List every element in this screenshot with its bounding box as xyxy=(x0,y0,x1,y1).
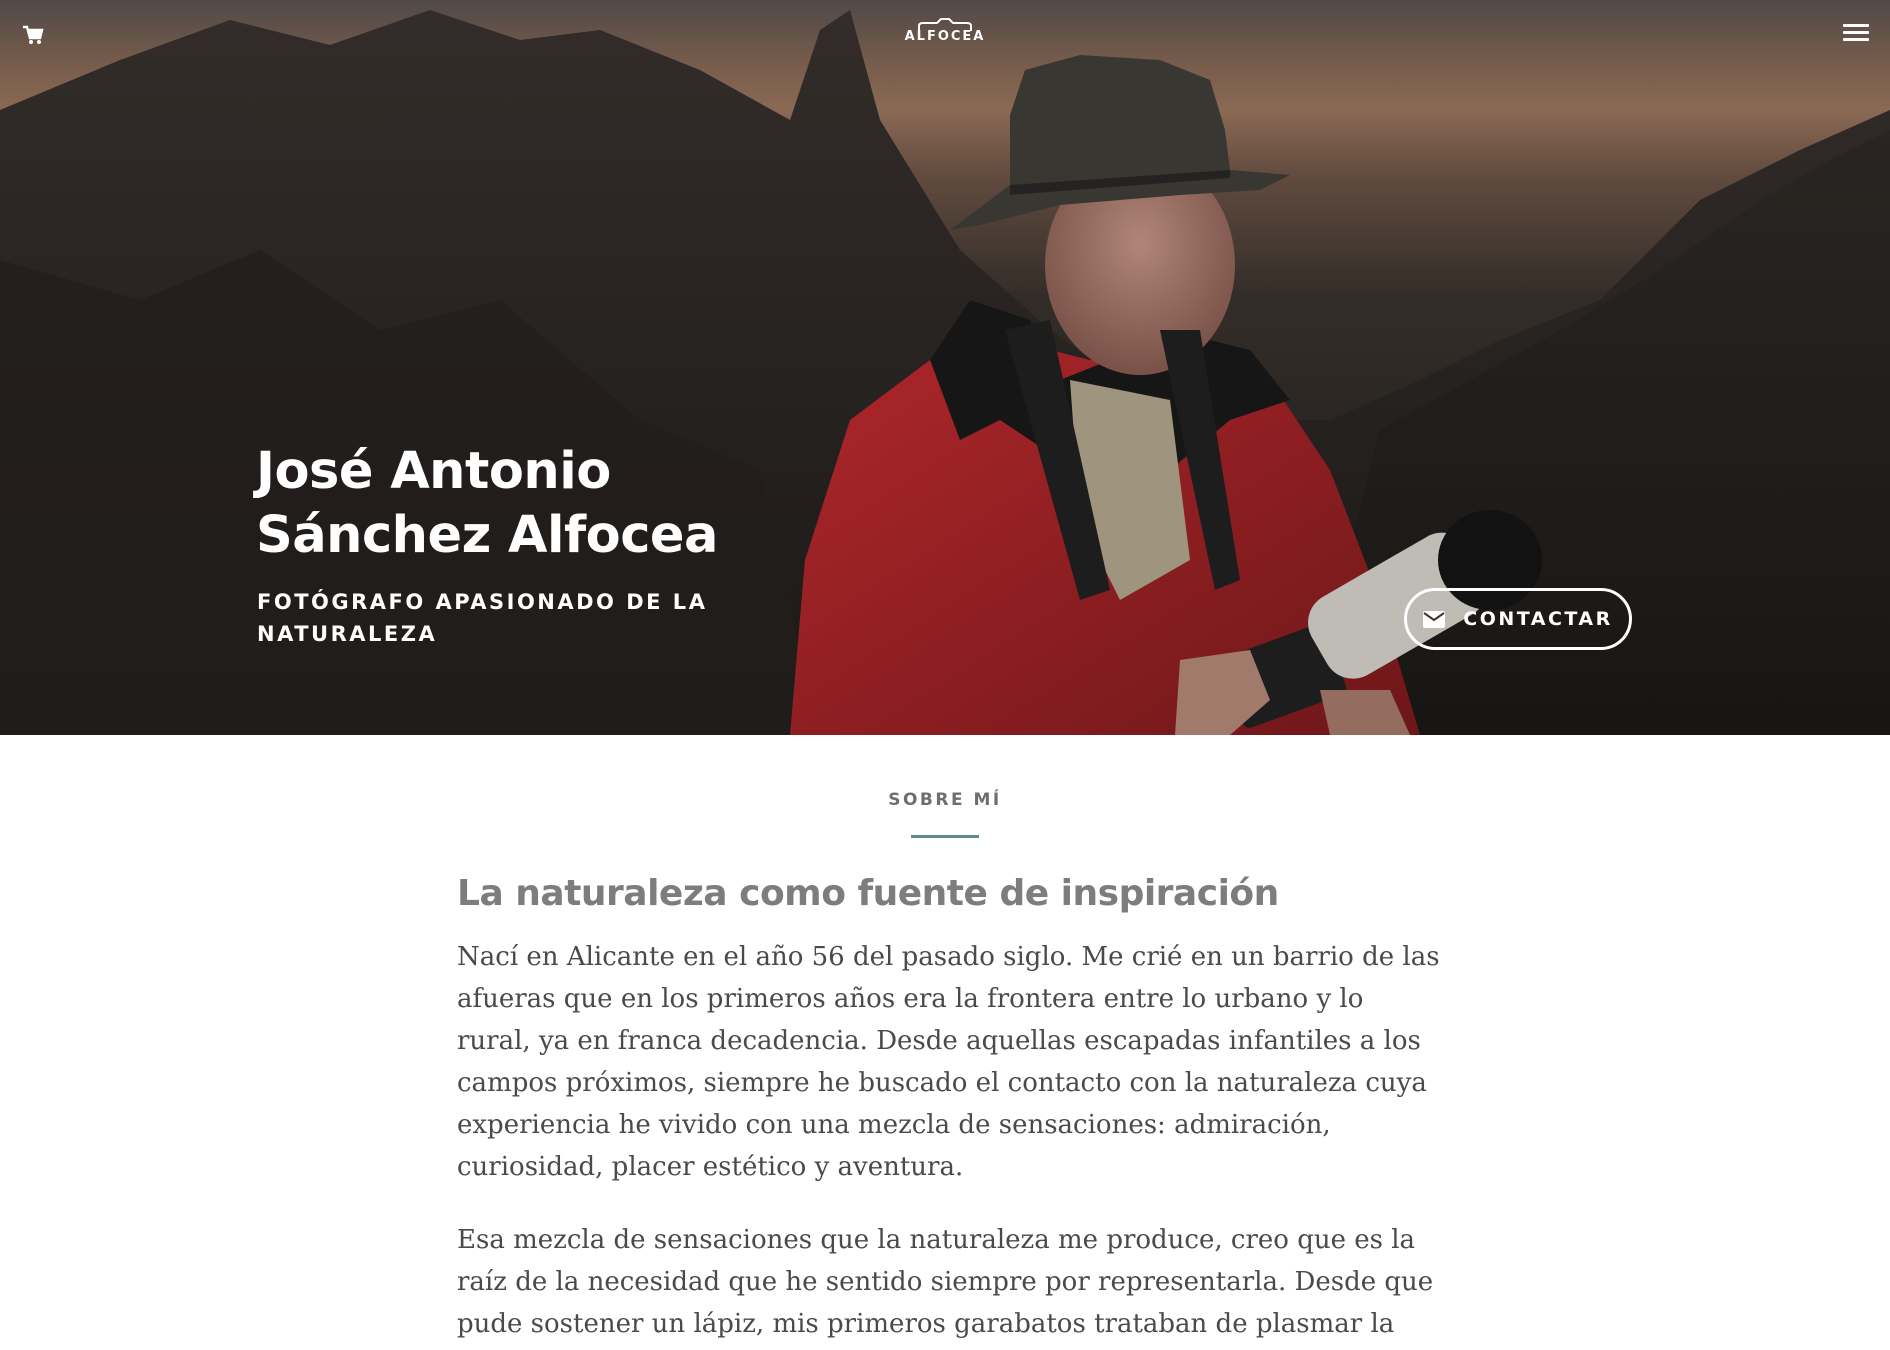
site-logo[interactable]: ALFOCEA xyxy=(900,18,990,54)
cart-button[interactable] xyxy=(20,22,46,48)
hamburger-line xyxy=(1843,31,1869,34)
section-divider xyxy=(911,835,979,838)
envelope-icon xyxy=(1423,610,1446,628)
about-paragraph: Nací en Alicante en el año 56 del pasado… xyxy=(457,942,1440,1182)
shopping-cart-icon xyxy=(23,25,44,44)
hero-banner: ALFOCEA José Antonio Sánchez Alfocea Fot… xyxy=(0,0,1890,735)
contact-button[interactable]: CONTACTAR xyxy=(1404,588,1632,650)
hero-subtitle: Fotógrafo apasionado de la naturaleza xyxy=(257,590,708,646)
about-paragraph: Esa mezcla de sensaciones que la natural… xyxy=(457,1225,1434,1339)
logo-text: ALFOCEA xyxy=(904,29,986,44)
section-label: SOBRE MÍ xyxy=(888,790,1002,810)
hamburger-menu-icon xyxy=(1843,24,1869,27)
about-heading: La naturaleza como fuente de inspiración xyxy=(457,873,1279,914)
contact-button-label: CONTACTAR xyxy=(1463,608,1613,630)
hamburger-line xyxy=(1843,38,1869,41)
hero-title: José Antonio Sánchez Alfocea xyxy=(256,442,718,565)
menu-button[interactable] xyxy=(1843,24,1869,46)
